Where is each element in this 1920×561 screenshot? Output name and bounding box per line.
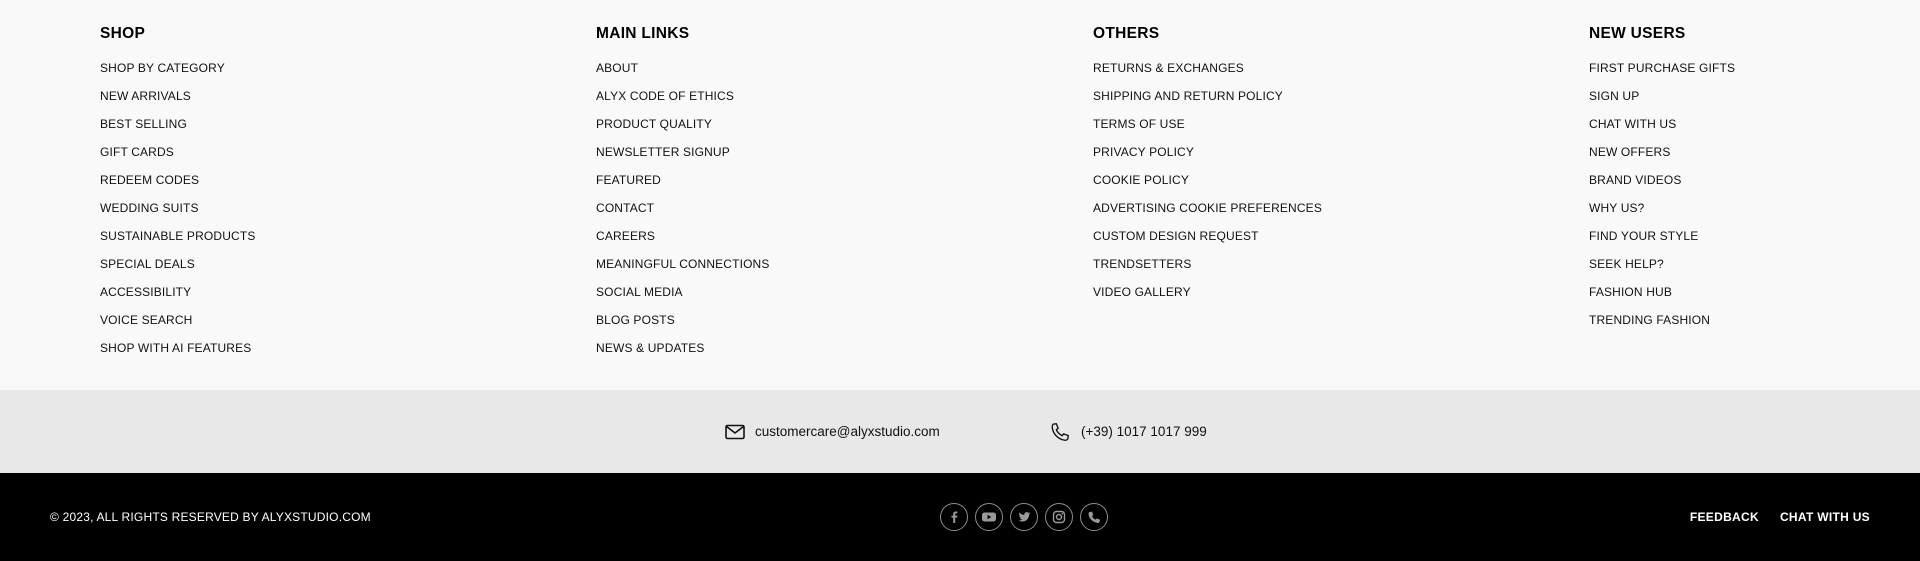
link-video-gallery[interactable]: VIDEO GALLERY [1093,285,1191,299]
twitter-icon[interactable] [1010,503,1038,531]
main-links-list: ABOUT ALYX CODE OF ETHICS PRODUCT QUALIT… [596,61,770,369]
link-trending-fashion[interactable]: TRENDING FASHION [1589,313,1710,327]
link-fashion-hub[interactable]: FASHION HUB [1589,285,1672,299]
phone-icon [1051,422,1069,441]
link-blog-posts[interactable]: BLOG POSTS [596,313,675,327]
link-code-of-ethics[interactable]: ALYX CODE OF ETHICS [596,89,734,103]
social-icons [940,503,1108,531]
link-best-selling[interactable]: BEST SELLING [100,117,187,131]
new-users-column: NEW USERS FIRST PURCHASE GIFTS SIGN UP C… [1589,25,1735,341]
link-meaningful-connections[interactable]: MEANINGFUL CONNECTIONS [596,257,770,271]
bottom-footer: © 2023, ALL RIGHTS RESERVED BY ALYXSTUDI… [0,473,1920,561]
main-links-column: MAIN LINKS ABOUT ALYX CODE OF ETHICS PRO… [596,25,770,369]
footer-nav: FEEDBACK CHAT WITH US [1690,473,1870,561]
link-sustainable-products[interactable]: SUSTAINABLE PRODUCTS [100,229,255,243]
facebook-icon[interactable] [940,503,968,531]
link-special-deals[interactable]: SPECIAL DEALS [100,257,195,271]
feedback-link[interactable]: FEEDBACK [1690,510,1759,524]
link-shipping-return-policy[interactable]: SHIPPING AND RETURN POLICY [1093,89,1283,103]
link-first-purchase-gifts[interactable]: FIRST PURCHASE GIFTS [1589,61,1735,75]
whatsapp-icon[interactable] [1080,503,1108,531]
link-cookie-policy[interactable]: COOKIE POLICY [1093,173,1189,187]
link-shop-with-ai-features[interactable]: SHOP WITH AI FEATURES [100,341,251,355]
footer-links-section: SHOP SHOP BY CATEGORY NEW ARRIVALS BEST … [0,0,1920,390]
link-social-media[interactable]: SOCIAL MEDIA [596,285,683,299]
main-links-heading: MAIN LINKS [596,25,690,42]
link-why-us[interactable]: WHY US? [1589,201,1645,215]
link-trendsetters[interactable]: TRENDSETTERS [1093,257,1191,271]
shop-list: SHOP BY CATEGORY NEW ARRIVALS BEST SELLI… [100,61,255,369]
link-new-arrivals[interactable]: NEW ARRIVALS [100,89,191,103]
link-careers[interactable]: CAREERS [596,229,655,243]
contact-bar: customercare@alyxstudio.com (+39) 1017 1… [0,390,1920,473]
link-wedding-suits[interactable]: WEDDING SUITS [100,201,199,215]
link-chat-with-us[interactable]: CHAT WITH US [1589,117,1676,131]
new-users-heading: NEW USERS [1589,25,1686,42]
link-find-your-style[interactable]: FIND YOUR STYLE [1589,229,1698,243]
link-voice-search[interactable]: VOICE SEARCH [100,313,193,327]
link-contact[interactable]: CONTACT [596,201,654,215]
shop-heading: SHOP [100,25,146,42]
chat-with-us-link[interactable]: CHAT WITH US [1780,510,1870,524]
link-accessibility[interactable]: ACCESSIBILITY [100,285,191,299]
email-contact-link[interactable]: customercare@alyxstudio.com [725,390,940,473]
others-column: OTHERS RETURNS & EXCHANGES SHIPPING AND … [1093,25,1322,313]
mail-icon [725,424,745,439]
link-shop-by-category[interactable]: SHOP BY CATEGORY [100,61,225,75]
link-gift-cards[interactable]: GIFT CARDS [100,145,174,159]
link-seek-help[interactable]: SEEK HELP? [1589,257,1664,271]
link-featured[interactable]: FEATURED [596,173,661,187]
link-advertising-cookie-preferences[interactable]: ADVERTISING COOKIE PREFERENCES [1093,201,1322,215]
phone-number: (+39) 1017 1017 999 [1081,424,1207,439]
link-redeem-codes[interactable]: REDEEM CODES [100,173,199,187]
others-list: RETURNS & EXCHANGES SHIPPING AND RETURN … [1093,61,1322,313]
copyright-text: © 2023, ALL RIGHTS RESERVED BY ALYXSTUDI… [50,510,371,524]
instagram-icon[interactable] [1045,503,1073,531]
link-custom-design-request[interactable]: CUSTOM DESIGN REQUEST [1093,229,1259,243]
link-brand-videos[interactable]: BRAND VIDEOS [1589,173,1682,187]
link-new-offers[interactable]: NEW OFFERS [1589,145,1671,159]
email-address: customercare@alyxstudio.com [755,424,940,439]
link-sign-up[interactable]: SIGN UP [1589,89,1639,103]
others-heading: OTHERS [1093,25,1160,42]
link-product-quality[interactable]: PRODUCT QUALITY [596,117,712,131]
link-news-updates[interactable]: NEWS & UPDATES [596,341,705,355]
new-users-list: FIRST PURCHASE GIFTS SIGN UP CHAT WITH U… [1589,61,1735,341]
link-terms-of-use[interactable]: TERMS OF USE [1093,117,1185,131]
link-privacy-policy[interactable]: PRIVACY POLICY [1093,145,1194,159]
link-about[interactable]: ABOUT [596,61,638,75]
link-newsletter-signup[interactable]: NEWSLETTER SIGNUP [596,145,730,159]
shop-column: SHOP SHOP BY CATEGORY NEW ARRIVALS BEST … [100,25,255,369]
phone-contact-link[interactable]: (+39) 1017 1017 999 [1049,390,1207,473]
link-returns-exchanges[interactable]: RETURNS & EXCHANGES [1093,61,1244,75]
youtube-icon[interactable] [975,503,1003,531]
